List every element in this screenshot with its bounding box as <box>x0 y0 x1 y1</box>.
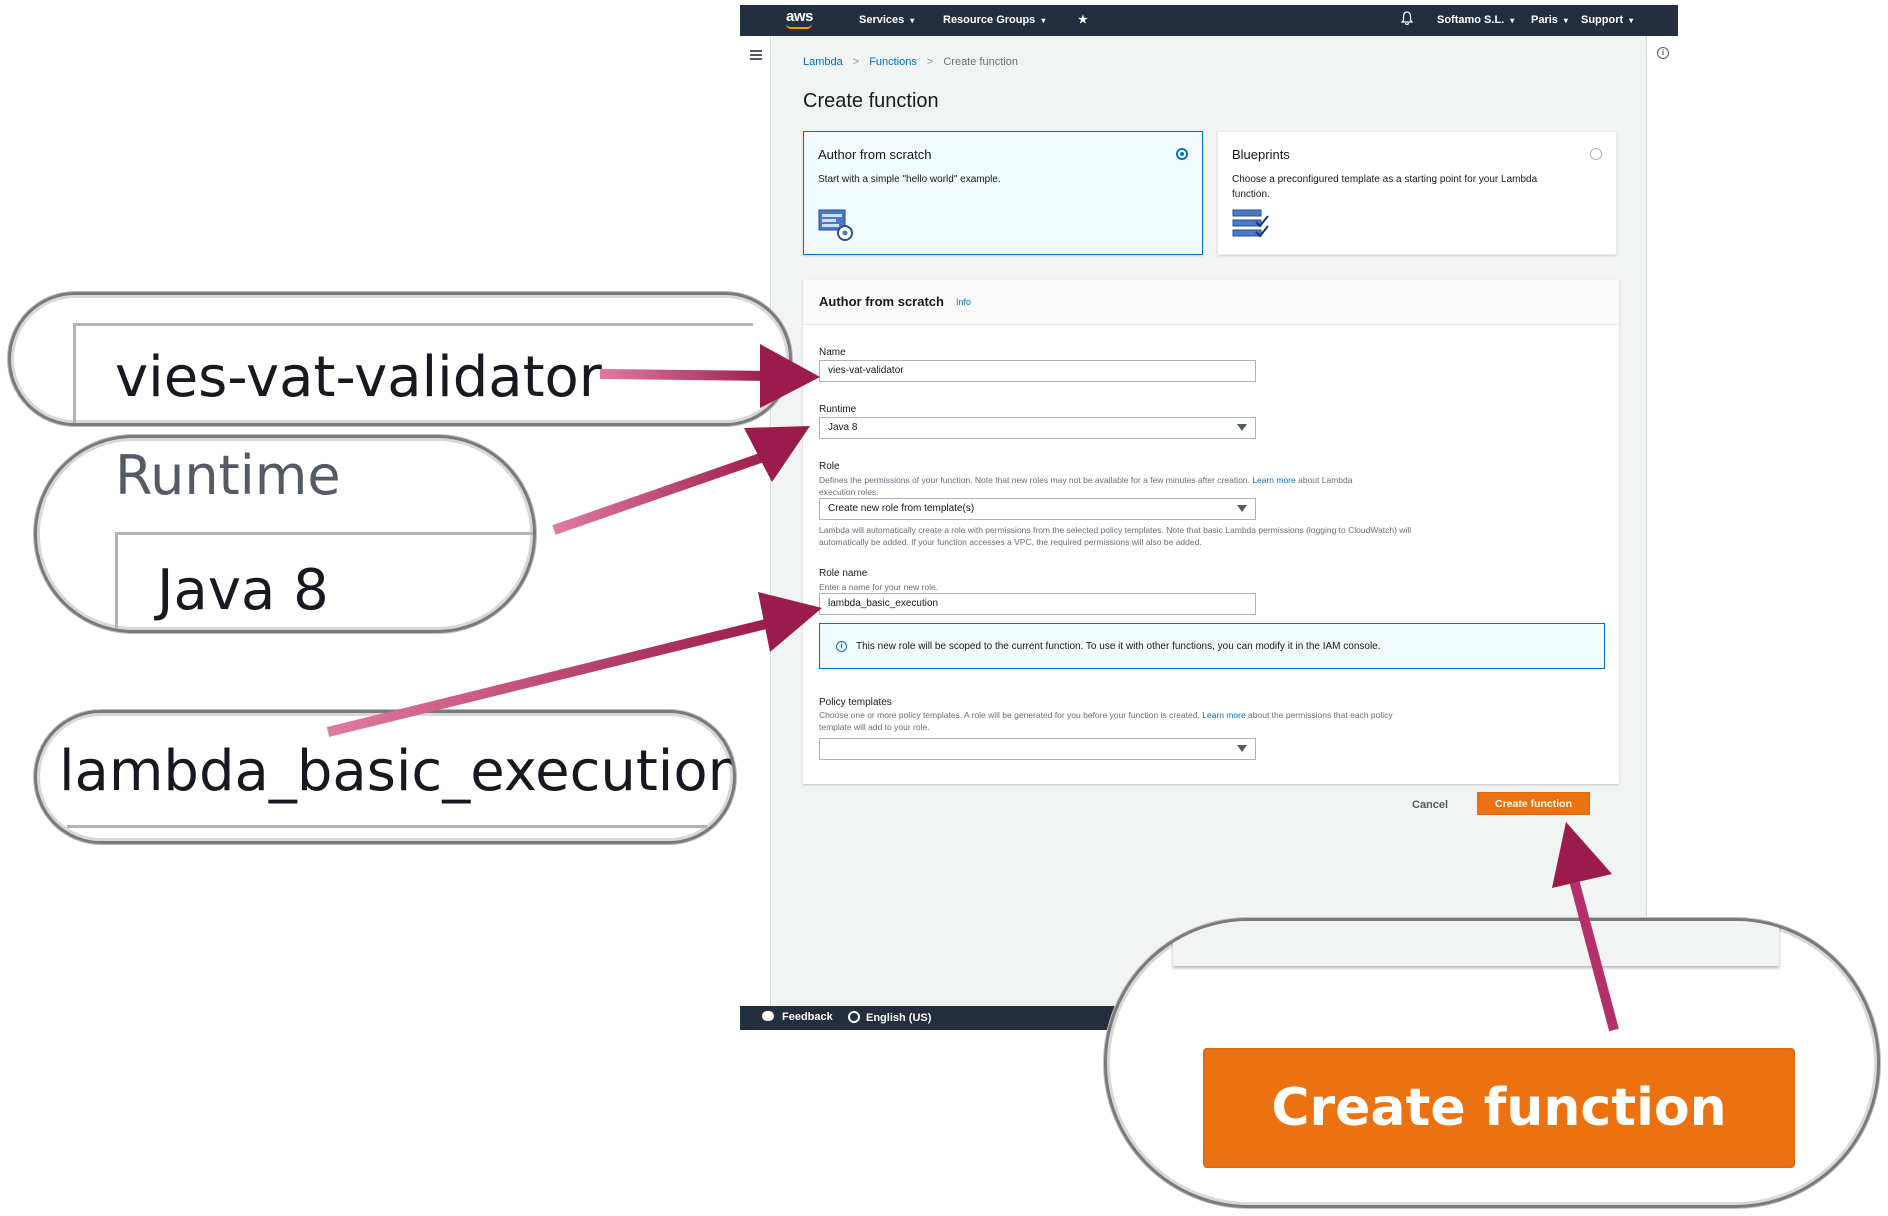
breadcrumb-current: Create function <box>943 56 1018 68</box>
code-gear-icon <box>818 209 853 241</box>
info-icon[interactable]: i <box>1657 47 1669 59</box>
resource-groups-label: Resource Groups <box>943 14 1036 26</box>
author-from-scratch-form: Author from scratch Info Name vies-vat-v… <box>803 280 1619 784</box>
role-name-zoom-callout: lambda_basic_execution <box>34 710 736 844</box>
name-field[interactable]: vies-vat-validator <box>819 360 1256 382</box>
radio-unselected[interactable] <box>1590 148 1602 160</box>
aws-logo[interactable]: aws <box>786 8 813 25</box>
runtime-select[interactable]: Java 8 <box>819 417 1256 439</box>
role-name-field[interactable]: lambda_basic_execution <box>819 593 1256 615</box>
zoom-panel-edge <box>1173 921 1779 966</box>
role-value: Create new role from template(s) <box>828 503 975 514</box>
support-label: Support <box>1581 14 1624 26</box>
zoom-name-value: vies-vat-validator <box>115 345 602 410</box>
info-circle-icon: i <box>836 641 847 652</box>
role-name-label: Role name <box>819 568 868 579</box>
name-label: Name <box>819 347 846 358</box>
tile-description: Choose a preconfigured template as a sta… <box>1232 174 1538 200</box>
form-header: Author from scratch Info <box>803 280 1619 325</box>
create-function-zoom-callout: Create function <box>1104 918 1880 1208</box>
dropdown-arrow-icon <box>1237 424 1247 431</box>
feedback-link[interactable]: Feedback <box>762 1011 833 1023</box>
breadcrumb-separator-icon: > <box>926 56 934 68</box>
info-alert: i This new role will be scoped to the cu… <box>819 623 1605 669</box>
dropdown-arrow-icon <box>1237 505 1247 512</box>
support-menu[interactable]: Support ▾ <box>1581 14 1633 26</box>
radio-selected[interactable] <box>1176 148 1188 160</box>
zoom-field-border <box>73 323 76 423</box>
zoom-field-border <box>73 323 753 326</box>
resource-groups-menu[interactable]: Resource Groups ▾ <box>943 14 1045 26</box>
left-sidebar-collapsed <box>740 36 771 1006</box>
breadcrumb: Lambda > Functions > Create function <box>803 56 1018 68</box>
policy-templates-label: Policy templates <box>819 697 892 708</box>
role-description: Defines the permissions of your function… <box>819 474 1379 498</box>
zoom-role-name-value: lambda_basic_execution <box>59 739 736 804</box>
services-menu[interactable]: Services ▾ <box>859 14 914 26</box>
runtime-value: Java 8 <box>828 422 858 433</box>
bell-icon[interactable] <box>1401 11 1413 25</box>
policy-description-text: Choose one or more policy templates. A r… <box>819 710 1200 720</box>
language-label: English (US) <box>866 1012 932 1024</box>
right-help-panel-collapsed: i <box>1646 36 1678 1006</box>
feedback-label: Feedback <box>782 1011 833 1023</box>
chevron-down-icon: ▾ <box>1563 16 1568 25</box>
chevron-down-icon: ▾ <box>1041 16 1046 25</box>
form-title: Author from scratch <box>819 294 944 309</box>
runtime-label: Runtime <box>819 404 857 415</box>
author-from-scratch-tile[interactable]: Author from scratch Start with a simple … <box>803 131 1203 255</box>
hamburger-menu-icon[interactable] <box>750 50 762 60</box>
dropdown-arrow-icon <box>1237 745 1247 752</box>
pin-icon[interactable]: ★ <box>1078 13 1088 26</box>
language-selector[interactable]: English (US) <box>848 1011 931 1024</box>
main-content: Lambda > Functions > Create function Create … <box>772 36 1646 1006</box>
policy-templates-description: Choose one or more policy templates. A r… <box>819 709 1419 733</box>
role-name-description: Enter a name for your new role. <box>819 582 939 592</box>
role-select[interactable]: Create new role from template(s) <box>819 498 1256 520</box>
cancel-button[interactable]: Cancel <box>1412 799 1448 811</box>
checklist-icon <box>1232 209 1269 238</box>
breadcrumb-functions[interactable]: Functions <box>869 56 917 68</box>
region-menu[interactable]: Paris ▾ <box>1531 14 1568 26</box>
chevron-down-icon: ▾ <box>1510 16 1515 25</box>
services-label: Services <box>859 14 905 26</box>
zoom-field-border <box>115 532 533 535</box>
role-description-text: Defines the permissions of your function… <box>819 475 1250 485</box>
zoom-create-function-button: Create function <box>1203 1048 1795 1168</box>
zoom-field-border <box>67 825 707 828</box>
policy-learn-more-link[interactable]: Learn more <box>1202 710 1245 720</box>
feedback-icon <box>762 1011 774 1021</box>
zoom-runtime-label: Runtime <box>115 444 341 507</box>
region-label: Paris <box>1531 14 1558 26</box>
create-function-button[interactable]: Create function <box>1477 792 1590 815</box>
role-help-text: Lambda will automatically create a role … <box>819 525 1412 547</box>
tile-description: Start with a simple "hello world" exampl… <box>818 174 1001 185</box>
zoom-field-border <box>115 532 118 630</box>
chevron-down-icon: ▾ <box>910 16 915 25</box>
tile-title: Author from scratch <box>818 147 932 162</box>
info-link[interactable]: Info <box>956 297 971 307</box>
role-label: Role <box>819 461 840 472</box>
runtime-zoom-callout: Runtime Java 8 <box>34 435 536 633</box>
blueprints-tile[interactable]: Blueprints Choose a preconfigured templa… <box>1217 131 1617 255</box>
breadcrumb-separator-icon: > <box>852 56 860 68</box>
chevron-down-icon: ▾ <box>1629 16 1634 25</box>
policy-templates-select[interactable] <box>819 738 1256 760</box>
page-title: Create function <box>803 90 939 112</box>
tile-title: Blueprints <box>1232 147 1290 162</box>
aws-console-window: aws Services ▾ Resource Groups ▾ ★ Softamo… <box>740 5 1678 1030</box>
alert-text: This new role will be scoped to the curr… <box>856 641 1381 652</box>
breadcrumb-lambda[interactable]: Lambda <box>803 56 843 68</box>
top-navigation-bar: aws Services ▾ Resource Groups ▾ ★ Softamo… <box>740 5 1678 36</box>
role-learn-more-link[interactable]: Learn more <box>1252 475 1295 485</box>
zoom-runtime-value: Java 8 <box>157 558 329 623</box>
account-label: Softamo S.L. <box>1437 14 1505 26</box>
account-menu[interactable]: Softamo S.L. ▾ <box>1437 14 1514 26</box>
name-zoom-callout: vies-vat-validator <box>8 292 792 426</box>
globe-icon <box>848 1011 860 1023</box>
aws-logo-smile-icon <box>786 24 812 29</box>
